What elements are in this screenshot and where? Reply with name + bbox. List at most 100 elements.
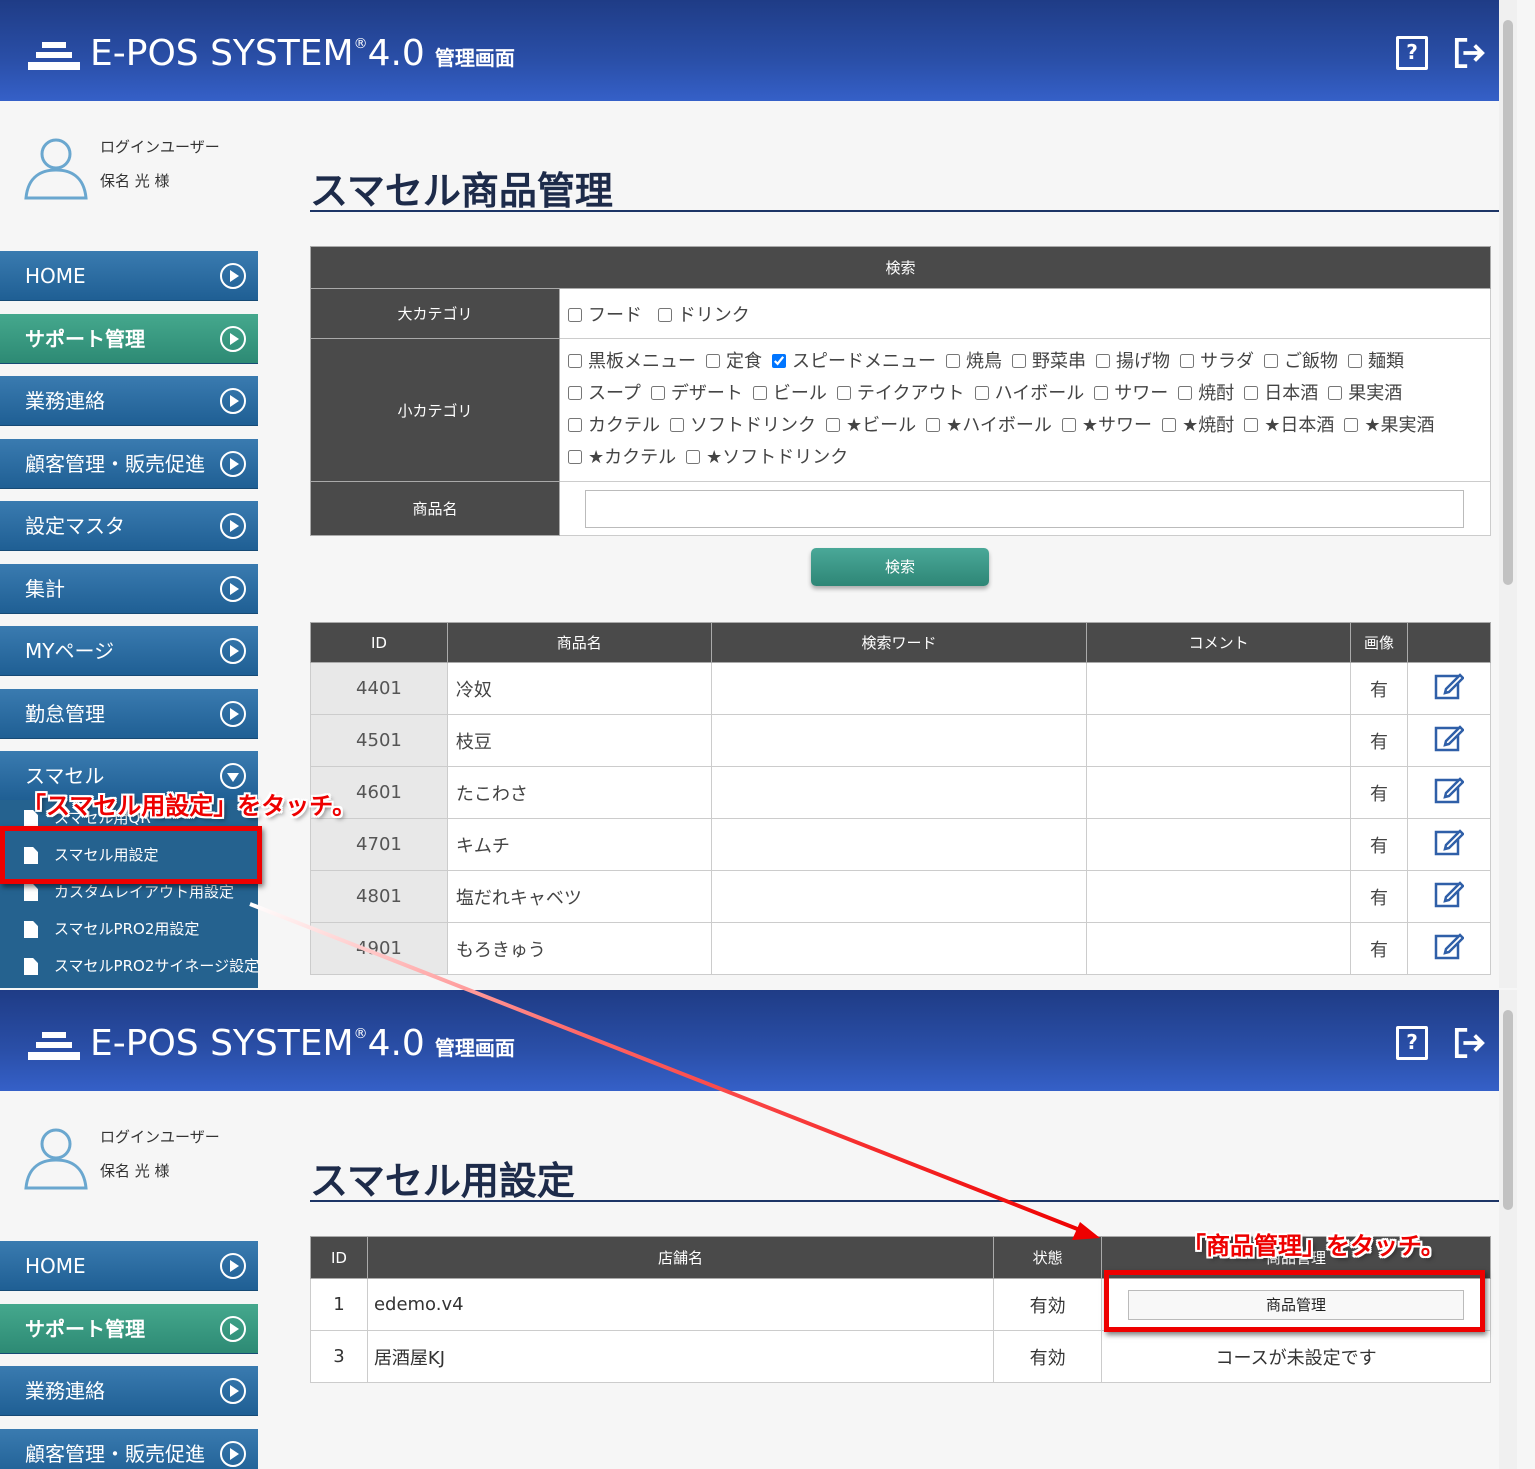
small-category-checkbox[interactable]: ★ソフトドリンク — [686, 442, 848, 474]
search-button[interactable]: 検索 — [811, 548, 989, 586]
checkbox[interactable] — [670, 418, 684, 432]
small-category-checkbox[interactable]: ソフトドリンク — [670, 410, 816, 442]
checkbox[interactable] — [1244, 386, 1259, 400]
sidebar-item-label: 勤怠管理 — [25, 702, 105, 726]
checkbox-label: ★ソフトドリンク — [706, 447, 849, 468]
checkbox[interactable] — [1348, 354, 1362, 368]
sidebar-sub-pro2-settings[interactable]: スマセルPRO2用設定 — [0, 911, 258, 948]
small-category-checkbox[interactable]: 黒板メニュー — [568, 346, 696, 378]
sidebar-item-master[interactable]: 設定マスタ — [0, 501, 258, 551]
sidebar-item-business[interactable]: 業務連絡 — [0, 376, 258, 426]
small-category-checkbox[interactable]: デザート — [650, 378, 743, 410]
checkbox[interactable] — [946, 354, 960, 368]
small-category-checkbox[interactable]: サワー — [1094, 378, 1168, 410]
small-category-checkbox[interactable]: 野菜串 — [1012, 346, 1086, 378]
small-category-checkbox[interactable]: スピードメニュー — [772, 346, 936, 378]
small-category-checkbox[interactable]: テイクアウト — [836, 378, 965, 410]
sidebar-item-support[interactable]: サポート管理 — [0, 314, 258, 364]
edit-icon[interactable] — [1434, 879, 1464, 909]
checkbox[interactable] — [568, 307, 582, 322]
small-category-checkbox[interactable]: ★カクテル — [568, 442, 676, 474]
small-category-checkbox[interactable]: 焼鳥 — [946, 346, 1002, 378]
sidebar-item-home[interactable]: HOME — [0, 251, 258, 301]
checkbox[interactable] — [974, 386, 989, 400]
sidebar-item-customer[interactable]: 顧客管理・販売促進 — [0, 439, 258, 489]
checkbox[interactable] — [926, 418, 941, 432]
small-category-checkbox[interactable]: カクテル — [568, 410, 660, 442]
sub-item-label: スマセルPRO2サイネージ設定 — [54, 957, 258, 975]
checkbox[interactable] — [752, 386, 767, 400]
checkbox[interactable] — [1264, 354, 1278, 368]
play-circle-icon — [220, 701, 246, 727]
large-category-checkbox[interactable]: フード — [568, 301, 642, 327]
logout-icon[interactable] — [1454, 1026, 1486, 1060]
checkbox[interactable] — [706, 354, 720, 368]
checkbox[interactable] — [568, 386, 582, 400]
checkbox[interactable] — [568, 450, 582, 464]
sidebar-item-business[interactable]: 業務連絡 — [0, 1366, 258, 1416]
help-book-icon[interactable]: ? — [1396, 36, 1428, 70]
row-name: キムチ — [446, 818, 712, 871]
checkbox[interactable] — [1162, 418, 1177, 432]
checkbox[interactable] — [1178, 386, 1193, 400]
edit-icon[interactable] — [1434, 827, 1464, 857]
scrollbar-thumb[interactable] — [1503, 20, 1513, 585]
checkbox[interactable] — [657, 307, 672, 322]
checkbox[interactable] — [1180, 354, 1194, 368]
small-category-checkbox[interactable]: ★果実酒 — [1344, 410, 1434, 442]
sidebar-item-support[interactable]: サポート管理 — [0, 1304, 258, 1354]
small-category-checkbox[interactable]: 麺類 — [1348, 346, 1404, 378]
checkbox-label: スピードメニュー — [792, 351, 936, 372]
small-category-checkbox[interactable]: ★ビール — [826, 410, 916, 442]
checkbox[interactable] — [1012, 354, 1026, 368]
small-category-checkbox[interactable]: ★日本酒 — [1244, 410, 1334, 442]
checkbox[interactable] — [826, 418, 840, 432]
small-category-checkbox[interactable]: 日本酒 — [1244, 378, 1318, 410]
row-id: 4701 — [310, 818, 448, 871]
small-category-checkbox[interactable]: 果実酒 — [1328, 378, 1402, 410]
scrollbar-thumb[interactable] — [1503, 1010, 1513, 1210]
checkbox[interactable] — [836, 386, 851, 400]
edit-icon[interactable] — [1434, 671, 1464, 701]
checkbox[interactable] — [772, 354, 786, 368]
checkbox[interactable] — [1344, 418, 1359, 432]
checkbox[interactable] — [1061, 418, 1076, 432]
help-book-icon[interactable]: ? — [1396, 1026, 1428, 1060]
checkbox[interactable] — [686, 450, 701, 464]
small-category-checkbox[interactable]: 定食 — [706, 346, 762, 378]
edit-icon[interactable] — [1434, 775, 1464, 805]
checkbox[interactable] — [568, 354, 582, 368]
small-category-checkbox[interactable]: ビール — [752, 378, 827, 410]
sidebar-sub-pro2-signage[interactable]: スマセルPRO2サイネージ設定 — [0, 948, 258, 985]
sidebar-item-attendance[interactable]: 勤怠管理 — [0, 689, 258, 739]
scrollbar[interactable] — [1499, 990, 1517, 1469]
sidebar-item-customer[interactable]: 顧客管理・販売促進 — [0, 1429, 258, 1469]
sidebar-item-home[interactable]: HOME — [0, 1241, 258, 1291]
col-comment: コメント — [1086, 622, 1352, 663]
small-category-checkbox[interactable]: ★サワー — [1061, 410, 1152, 442]
large-category-checkbox[interactable]: ドリンク — [657, 301, 750, 327]
logo-version: 4.0 — [367, 1023, 425, 1064]
product-name-input[interactable] — [585, 489, 1464, 528]
checkbox[interactable] — [1094, 386, 1109, 400]
checkbox[interactable] — [1328, 386, 1343, 400]
small-category-checkbox[interactable]: ハイボール — [974, 378, 1084, 410]
sidebar-item-mypage[interactable]: MYページ — [0, 626, 258, 676]
small-category-checkbox[interactable]: 焼酎 — [1178, 378, 1234, 410]
checkbox[interactable] — [1244, 418, 1259, 432]
small-category-checkbox[interactable]: 揚げ物 — [1096, 346, 1170, 378]
small-category-checkbox[interactable]: サラダ — [1180, 346, 1254, 378]
small-category-checkbox[interactable]: ★ハイボール — [926, 410, 1052, 442]
small-category-checkbox[interactable]: スープ — [568, 378, 641, 410]
scrollbar[interactable] — [1499, 0, 1517, 988]
checkbox[interactable] — [650, 386, 665, 400]
sidebar-item-aggregate[interactable]: 集計 — [0, 564, 258, 614]
edit-icon[interactable] — [1434, 931, 1464, 961]
small-category-checkbox[interactable]: ご飯物 — [1264, 346, 1338, 378]
highlight-product-management — [1104, 1270, 1485, 1332]
logout-icon[interactable] — [1454, 36, 1486, 70]
edit-icon[interactable] — [1434, 723, 1464, 753]
checkbox[interactable] — [568, 418, 582, 432]
small-category-checkbox[interactable]: ★焼酎 — [1162, 410, 1234, 442]
checkbox[interactable] — [1096, 354, 1110, 368]
